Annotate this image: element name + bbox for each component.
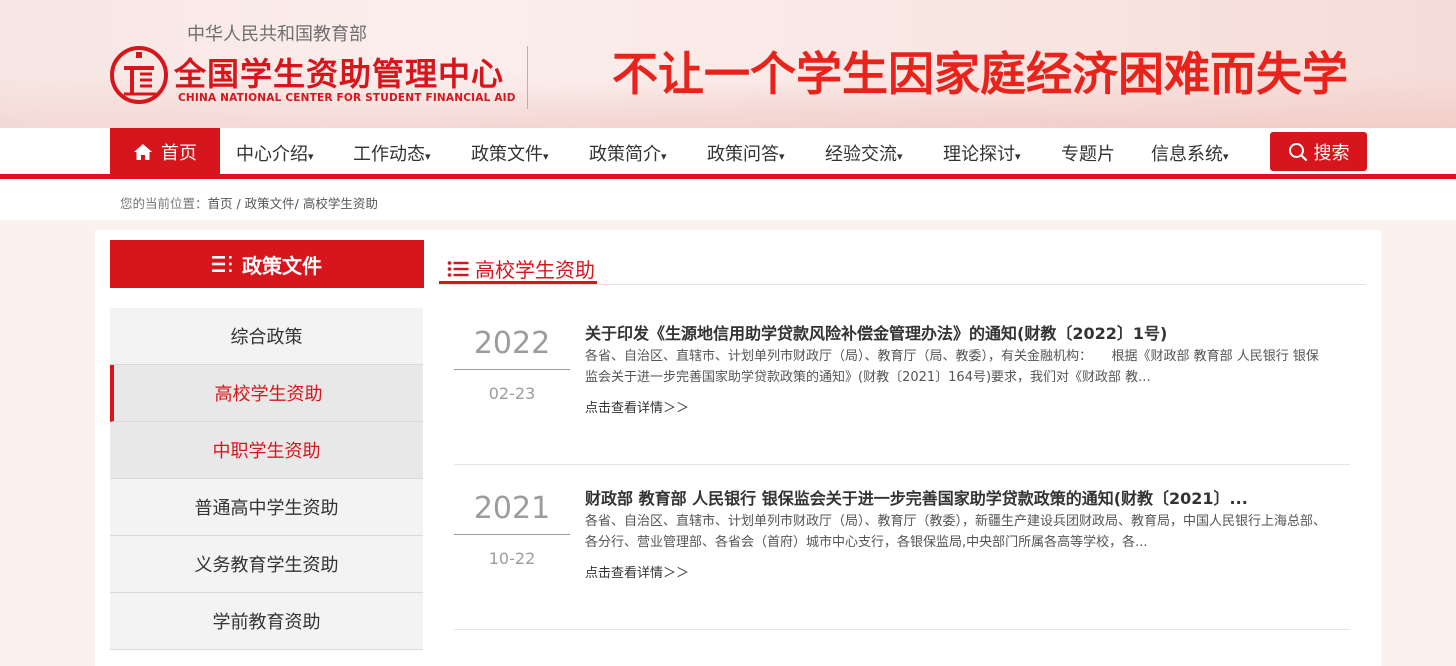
nav-item-label: 政策问答 [707,144,779,165]
article-more-link[interactable]: 点击查看详情＞＞ [585,562,689,581]
article-date: 10-22 [488,549,536,568]
date-divider [454,534,570,535]
caret-down-icon: ▾ [779,150,785,163]
nav-item-experience[interactable]: 经验交流▾ [825,140,903,166]
nav-home-label: 首页 [161,143,197,164]
sidebar-title-label: 政策文件 [242,253,322,278]
nav-item-label: 专题片 [1061,144,1115,165]
sidebar-item-high-school[interactable]: 普通高中学生资助 [110,479,423,536]
nav-item-label: 中心介绍 [236,144,308,165]
nav-item-info-system[interactable]: 信息系统▾ [1151,140,1229,166]
search-button[interactable]: 搜索 [1270,132,1367,171]
list-icon [447,260,469,277]
nav-item-theory[interactable]: 理论探讨▾ [943,140,1021,166]
sidebar-item-preschool[interactable]: 学前教育资助 [110,593,423,650]
search-icon [1288,142,1307,161]
nav-item-feature-films[interactable]: 专题片 [1061,140,1115,166]
nav-item-policy-docs[interactable]: 政策文件▾ [471,140,549,166]
caret-down-icon: ▾ [543,150,549,163]
nav-home[interactable]: 首页 [110,128,220,176]
sidebar-item-vocational[interactable]: 中职学生资助 [110,422,423,479]
breadcrumb: 您的当前位置：首页 / 政策文件/ 高校学生资助 [120,193,378,212]
center-name[interactable]: 全国学生资助管理中心 [174,49,504,95]
slogan: 不让一个学生因家庭经济困难而失学 [612,47,1348,101]
home-icon [134,144,152,160]
nav-item-work-news[interactable]: 工作动态▾ [353,140,431,166]
date-divider [454,369,570,370]
article-year: 2021 [473,491,551,526]
section-divider [439,284,1366,285]
ministry-name: 中华人民共和国教育部 [187,24,367,45]
sidebar-item-comprehensive[interactable]: 综合政策 [110,308,423,365]
breadcrumb-path[interactable]: 首页 / 政策文件/ 高校学生资助 [208,196,378,211]
breadcrumb-label: 您的当前位置： [120,196,208,211]
search-label: 搜索 [1313,142,1350,164]
caret-down-icon: ▾ [425,150,431,163]
nav-item-label: 经验交流 [825,144,897,165]
sidebar-item-compulsory[interactable]: 义务教育学生资助 [110,536,423,593]
caret-down-icon: ▾ [1015,150,1021,163]
nav-item-policy-qa[interactable]: 政策问答▾ [707,140,785,166]
nav-item-label: 信息系统 [1151,144,1223,165]
nav-item-center-intro[interactable]: 中心介绍▾ [236,140,314,166]
article-summary: 各省、自治区、直辖市、计划单列市财政厅（局）、教育厅（局、教委），有关金融机构：… [585,349,1319,385]
article-summary: 各省、自治区、直辖市、计划单列市财政厅（局）、教育厅（教委），新疆生产建设兵团财… [585,514,1327,550]
article-more-link[interactable]: 点击查看详情＞＞ [585,397,689,416]
nav-item-policy-brief[interactable]: 政策简介▾ [589,140,667,166]
nav-item-label: 工作动态 [353,144,425,165]
article-item: 2022 02-23 关于印发《生源地信用助学贷款风险补偿金管理办法》的通知(财… [454,300,1350,465]
caret-down-icon: ▾ [661,150,667,163]
center-name-en: CHINA NATIONAL CENTER FOR STUDENT FINANC… [178,92,516,104]
nav-item-label: 政策简介 [589,144,661,165]
nav-item-label: 理论探讨 [943,144,1015,165]
nav-item-label: 政策文件 [471,144,543,165]
article-title[interactable]: 关于印发《生源地信用助学贷款风险补偿金管理办法》的通知(财教〔2022〕1号) [585,320,1345,344]
center-logo-icon[interactable] [110,46,168,104]
caret-down-icon: ▾ [897,150,903,163]
header-divider [527,46,528,109]
article-title[interactable]: 财政部 教育部 人民银行 银保监会关于进一步完善国家助学贷款政策的通知(财教〔2… [585,485,1345,509]
section-title-label: 高校学生资助 [475,258,595,282]
sidebar-item-university[interactable]: 高校学生资助 [110,365,423,422]
article-date: 02-23 [488,384,536,403]
article-item: 2021 10-22 财政部 教育部 人民银行 银保监会关于进一步完善国家助学贷… [454,465,1350,630]
article-year: 2022 [473,326,551,361]
caret-down-icon: ▾ [1223,150,1229,163]
section-title: 高校学生资助 [447,254,595,283]
caret-down-icon: ▾ [308,150,314,163]
menu-list-icon [212,256,232,272]
sidebar-title: 政策文件 [110,240,424,288]
